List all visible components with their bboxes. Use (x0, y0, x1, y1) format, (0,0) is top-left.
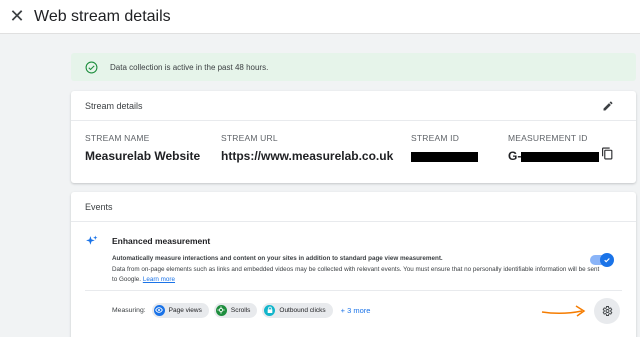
banner-text: Data collection is active in the past 48… (110, 62, 269, 72)
stream-details-header: Stream details (71, 91, 636, 121)
events-header: Events (71, 192, 636, 222)
crosshair-icon (215, 304, 227, 316)
chip-page-views[interactable]: Page views (151, 302, 209, 318)
sparkle-icon (86, 235, 98, 245)
stream-url-field: STREAM URL https://www.measurelab.co.uk (221, 133, 393, 163)
redacted-block (411, 151, 478, 162)
learn-more-link[interactable]: Learn more (143, 276, 175, 283)
measuring-label: Measuring: (112, 306, 146, 314)
stream-details-title: Stream details (85, 100, 143, 111)
note-text: Data from on-page elements such as links… (112, 266, 600, 283)
toggle-knob (600, 253, 614, 267)
close-icon[interactable]: ✕ (0, 0, 34, 34)
redacted-block (521, 151, 600, 162)
stream-details-card: Stream details STREAM NAME Measurelab We… (71, 91, 636, 183)
chip-label: Outbound clicks (279, 306, 326, 314)
stream-url-label: STREAM URL (221, 133, 278, 143)
page-header: ✕ Web stream details (0, 0, 640, 34)
enhanced-measurement-title: Enhanced measurement (112, 236, 211, 246)
events-title: Events (85, 201, 113, 212)
chip-scrolls[interactable]: Scrolls (213, 302, 258, 318)
stream-name-field: STREAM NAME Measurelab Website (85, 133, 200, 163)
edit-pencil-icon[interactable] (602, 100, 614, 112)
measurement-id-value: G- (508, 149, 600, 163)
measurement-id-prefix: G- (508, 149, 522, 163)
stream-name-value: Measurelab Website (85, 149, 201, 163)
stream-url-value: https://www.measurelab.co.uk (221, 149, 394, 163)
measurement-id-field: MEASUREMENT ID G- (508, 133, 600, 163)
arrow-annotation-icon (541, 305, 586, 317)
stream-id-field: STREAM ID (411, 133, 478, 163)
enhanced-measurement-description: Automatically measure interactions and c… (112, 255, 443, 262)
stream-id-label: STREAM ID (411, 133, 460, 143)
chip-label: Scrolls (230, 306, 251, 314)
measurement-id-label: MEASUREMENT ID (508, 133, 588, 143)
chip-label: Page views (168, 306, 202, 314)
lock-icon (264, 304, 276, 316)
copy-icon[interactable] (601, 147, 614, 160)
chip-outbound-clicks[interactable]: Outbound clicks (262, 302, 333, 318)
settings-gear-button[interactable] (594, 298, 620, 324)
enhanced-measurement-note: Data from on-page elements such as links… (112, 265, 602, 284)
measuring-row: Measuring: Page views Scrolls Outbound c… (112, 302, 370, 318)
check-circle-icon (85, 61, 98, 73)
eye-icon (153, 304, 165, 316)
stream-name-label: STREAM NAME (85, 133, 150, 143)
gear-icon (602, 306, 613, 316)
more-link[interactable]: + 3 more (341, 306, 371, 315)
divider (85, 290, 622, 291)
stream-id-value (411, 149, 478, 163)
enhanced-measurement-toggle[interactable] (590, 253, 614, 267)
check-icon (604, 258, 610, 263)
page-title: Web stream details (34, 7, 171, 25)
status-banner: Data collection is active in the past 48… (71, 53, 636, 81)
